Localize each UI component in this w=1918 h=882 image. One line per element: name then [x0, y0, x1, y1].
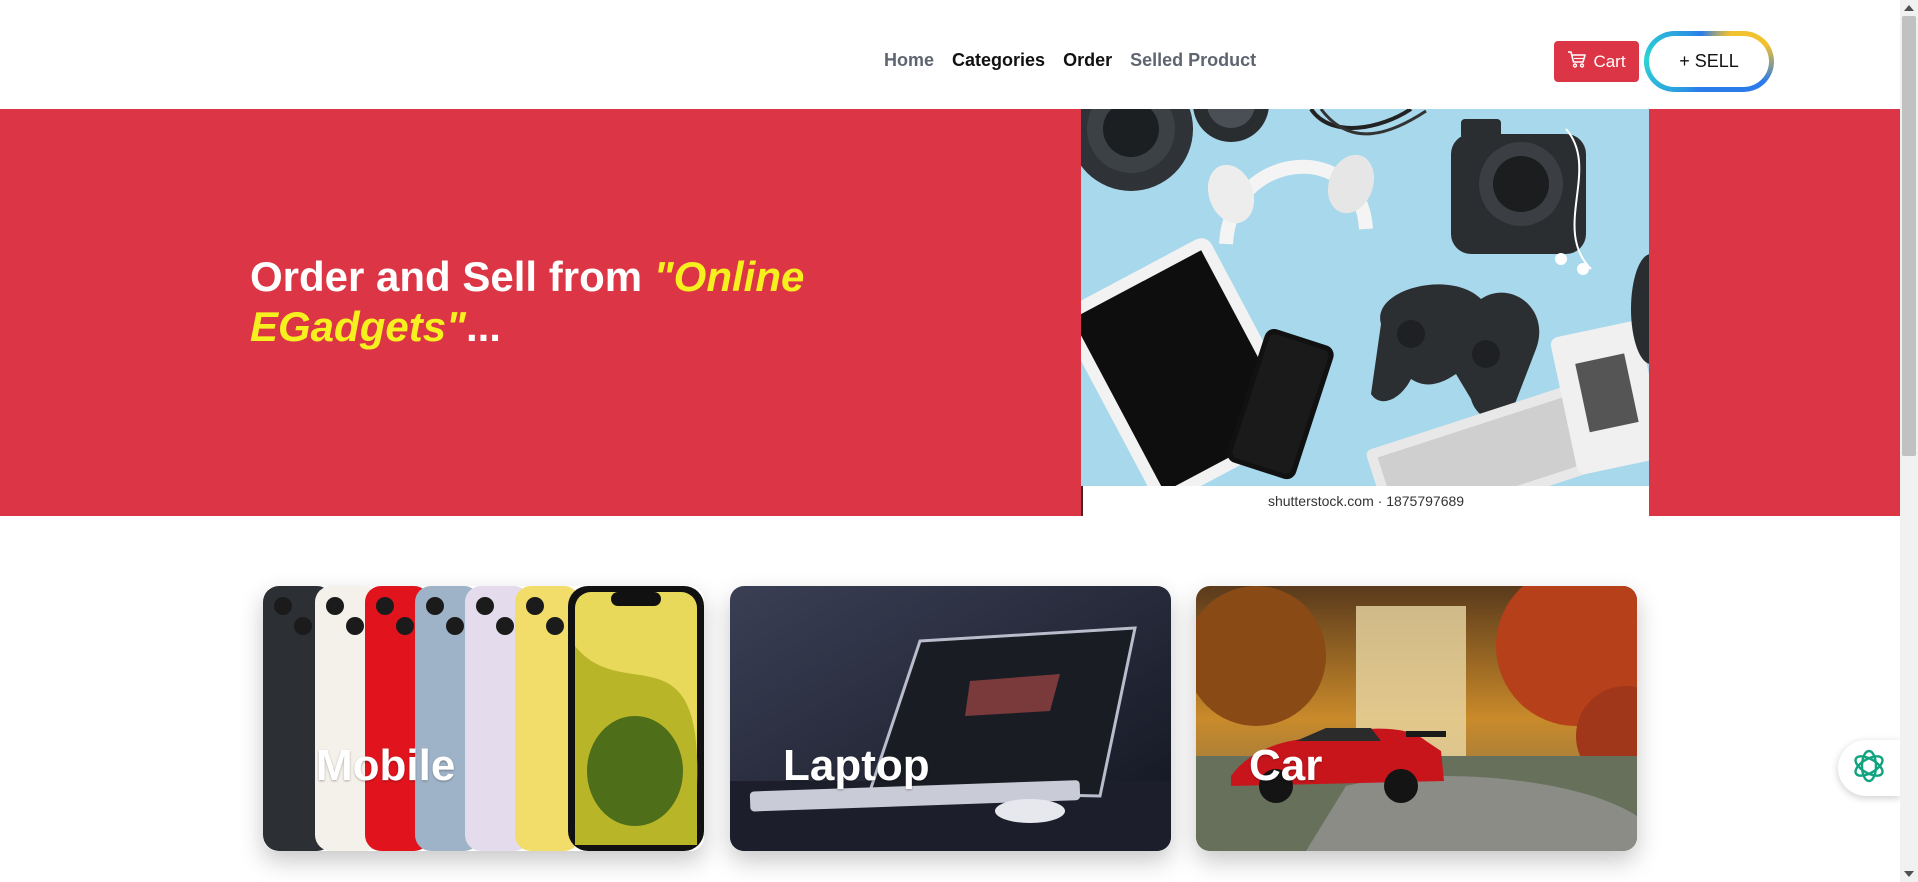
- scroll-down-icon[interactable]: [1904, 871, 1914, 877]
- gadgets-photo: shutterstock.com · 1875797689: [1081, 109, 1649, 516]
- image-credit: shutterstock.com · 1875797689: [1081, 486, 1649, 516]
- sell-button[interactable]: + SELL: [1644, 31, 1774, 92]
- main-nav: Home Categories Order Selled Product: [884, 50, 1256, 71]
- laptop-desk-photo: [730, 586, 1171, 851]
- cart-icon: [1567, 50, 1587, 73]
- hero-title-suffix: ...: [465, 303, 501, 350]
- category-label: Mobile: [316, 741, 456, 790]
- hero-banner: Order and Sell from "Online EGadgets"...: [0, 109, 1900, 516]
- sell-label: + SELL: [1649, 36, 1769, 87]
- nav-home[interactable]: Home: [884, 50, 934, 71]
- openai-assistant-icon: [1850, 747, 1888, 790]
- category-card-mobile[interactable]: Mobile: [263, 586, 704, 851]
- assistant-button[interactable]: [1838, 740, 1900, 796]
- scroll-up-icon[interactable]: [1904, 5, 1914, 11]
- page-scrollbar[interactable]: [1900, 0, 1918, 882]
- cart-label: Cart: [1593, 51, 1626, 71]
- cart-button[interactable]: Cart: [1554, 41, 1639, 82]
- scroll-thumb[interactable]: [1902, 16, 1916, 456]
- category-card-laptop[interactable]: Laptop: [730, 586, 1171, 851]
- hero-title-prefix: Order and Sell from: [250, 253, 654, 300]
- iphone-lineup-photo: [263, 586, 704, 851]
- category-label: Laptop: [783, 741, 930, 790]
- nav-order[interactable]: Order: [1063, 50, 1112, 71]
- category-card-car[interactable]: Car: [1196, 586, 1637, 851]
- nav-selled-product[interactable]: Selled Product: [1130, 50, 1256, 71]
- category-label: Car: [1249, 741, 1323, 790]
- hero-title: Order and Sell from "Online EGadgets"...: [250, 252, 830, 352]
- red-sports-car-photo: [1196, 586, 1637, 851]
- site-header: Home Categories Order Selled Product Car…: [0, 0, 1900, 109]
- nav-categories[interactable]: Categories: [952, 50, 1045, 71]
